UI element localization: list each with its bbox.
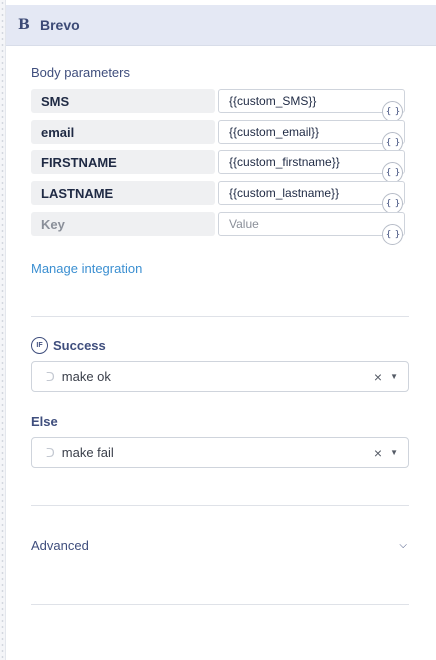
if-condition-icon: IF [31,337,48,354]
param-value-input[interactable]: {{custom_SMS}} [218,89,405,113]
param-row: LASTNAME {{custom_lastname}} { } [31,181,405,214]
param-row: FIRSTNAME {{custom_firstname}} { } [31,150,405,183]
divider [31,505,409,506]
chevron-down-icon: ⌵ [399,540,407,551]
param-row: SMS {{custom_SMS}} { } [31,89,405,122]
success-label: Success [53,338,106,353]
divider [31,604,409,605]
node-settings-panel: B Brevo Body parameters SMS {{custom_SMS… [6,0,436,660]
param-key-input[interactable]: Key [31,212,215,236]
panel-header: B Brevo [6,5,436,46]
manage-integration-link[interactable]: Manage integration [31,261,142,276]
success-route-value: make ok [61,369,111,384]
divider [31,316,409,317]
param-key-input[interactable]: SMS [31,89,215,113]
param-value-input[interactable]: {{custom_lastname}} [218,181,405,205]
param-key-input[interactable]: FIRSTNAME [31,150,215,174]
param-row: email {{custom_email}} { } [31,120,405,153]
else-label: Else [31,414,58,429]
else-route-value: make fail [61,445,114,460]
clear-icon[interactable]: × [374,369,382,385]
param-value-input[interactable]: {{custom_firstname}} [218,150,405,174]
advanced-section-toggle[interactable]: Advanced ⌵ [31,538,409,558]
clear-icon[interactable]: × [374,445,382,461]
success-condition-title: IF Success [31,337,106,354]
panel-title: Brevo [40,17,80,33]
success-route-select[interactable]: ᑐ make ok × ▼ [31,361,409,392]
route-icon: ᑐ [46,445,55,460]
body-parameters-label: Body parameters [31,65,130,80]
brevo-logo-icon: B [18,17,30,33]
advanced-label: Advanced [31,538,89,553]
caret-down-icon[interactable]: ▼ [390,372,398,381]
caret-down-icon[interactable]: ▼ [390,448,398,457]
param-key-input[interactable]: email [31,120,215,144]
variable-braces-icon[interactable]: { } [382,101,403,122]
param-value-input[interactable]: Value [218,212,405,236]
param-key-input[interactable]: LASTNAME [31,181,215,205]
route-icon: ᑐ [46,369,55,384]
else-route-select[interactable]: ᑐ make fail × ▼ [31,437,409,468]
variable-braces-icon[interactable]: { } [382,224,403,245]
variable-braces-icon[interactable]: { } [382,193,403,214]
variable-braces-icon[interactable]: { } [382,162,403,183]
param-row-new: Key Value { } [31,212,405,245]
param-value-input[interactable]: {{custom_email}} [218,120,405,144]
